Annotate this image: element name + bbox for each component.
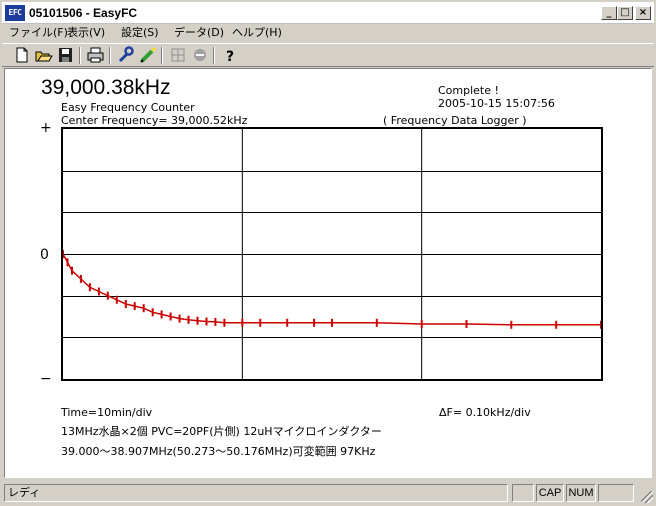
data-point [71,266,73,275]
data-point [97,287,100,296]
minimize-button[interactable]: _ [601,6,617,20]
new-file-icon[interactable] [12,46,32,64]
data-point [115,295,118,304]
status-message: レディ [4,484,508,502]
scroll-indicator [598,484,634,502]
frequency-plot [61,127,603,381]
menu-settings[interactable]: 設定(S) [121,25,159,41]
save-icon[interactable] [56,46,76,64]
data-point [196,316,199,325]
data-point [169,312,172,321]
open-folder-icon[interactable] [34,46,54,64]
toolbar-separator [79,47,81,64]
data-point [66,258,69,267]
menu-bar: ファイル(F) 表示(V) 設定(S) データ(D) ヘルプ(H) [2,24,654,42]
app-subtitle: Easy Frequency Counter [61,101,195,114]
data-point [62,250,64,258]
app-icon[interactable]: EFC [5,5,25,21]
toolbar-separator [109,47,111,64]
data-point [88,283,91,292]
logger-label: ( Frequency Data Logger ) [383,114,527,127]
data-point [420,320,423,328]
data-point [241,318,244,327]
app-window: EFC 05101506 - EasyFC _ □ × ファイル(F) 表示(V… [0,0,656,506]
data-point [313,318,316,327]
stop-icon[interactable] [190,46,210,64]
status-text: Complete ! [438,84,499,97]
status-pane-blank [512,484,534,502]
data-point [160,310,163,319]
resize-grip[interactable] [641,491,653,503]
wrench-icon[interactable] [116,46,136,64]
data-point [555,320,558,329]
data-point [187,315,190,324]
center-frequency: Center Frequency= 39,000.52kHz [61,114,248,127]
toolbar: ? [2,43,654,67]
maximize-button[interactable]: □ [617,6,633,20]
menu-data[interactable]: データ(D) [174,25,224,41]
data-point [223,318,226,327]
note-line-1: 13MHz水晶×2個 PVC=20PF(片側) 12uHマイクロインダクター [61,425,382,438]
help-icon[interactable]: ? [220,46,240,65]
data-point [106,291,109,300]
data-point [133,302,136,311]
plot-canvas [62,129,602,379]
client-area: 39,000.38kHz Easy Frequency Counter Cent… [4,68,652,478]
data-point [178,314,181,323]
grid-icon[interactable] [168,46,188,64]
pen-icon[interactable] [138,46,158,64]
data-point [510,320,513,329]
data-point [214,317,217,326]
data-point [600,320,602,329]
data-point [375,318,378,327]
menu-view[interactable]: 表示(V) [67,25,105,41]
frequency-readout: 39,000.38kHz [41,76,171,99]
status-bar: レディ CAP NUM [2,482,654,504]
menu-help[interactable]: ヘルプ(H) [232,25,282,41]
y-axis-minus: − [40,371,52,387]
data-point [151,308,154,317]
print-icon[interactable] [86,46,106,64]
note-line-2: 39.000～38.907MHz(50.273～50.176MHz)可変範囲 9… [61,445,376,458]
data-point [286,318,289,327]
svg-text:?: ? [226,49,234,64]
window-title: 05101506 - EasyFC [29,6,138,20]
data-point [259,318,262,327]
delta-f-label: ΔF= 0.10kHz/div [439,406,531,419]
y-axis-plus: + [40,120,52,136]
data-point [205,317,208,326]
data-point [331,318,333,327]
data-point [79,275,82,283]
datetime-text: 2005-10-15 15:07:56 [438,97,555,110]
frequency-trace [62,253,601,326]
num-indicator: NUM [566,484,596,502]
menu-file[interactable]: ファイル(F) [9,25,68,41]
close-button[interactable]: × [635,6,651,20]
toolbar-separator [213,47,215,64]
data-point [465,320,468,328]
caps-indicator: CAP [536,484,564,502]
y-axis-zero: 0 [40,247,49,263]
toolbar-separator [161,47,163,64]
data-point [124,300,127,308]
title-bar[interactable]: EFC 05101506 - EasyFC _ □ × [2,2,654,24]
data-point [142,304,145,313]
time-div-label: Time=10min/div [61,406,153,419]
